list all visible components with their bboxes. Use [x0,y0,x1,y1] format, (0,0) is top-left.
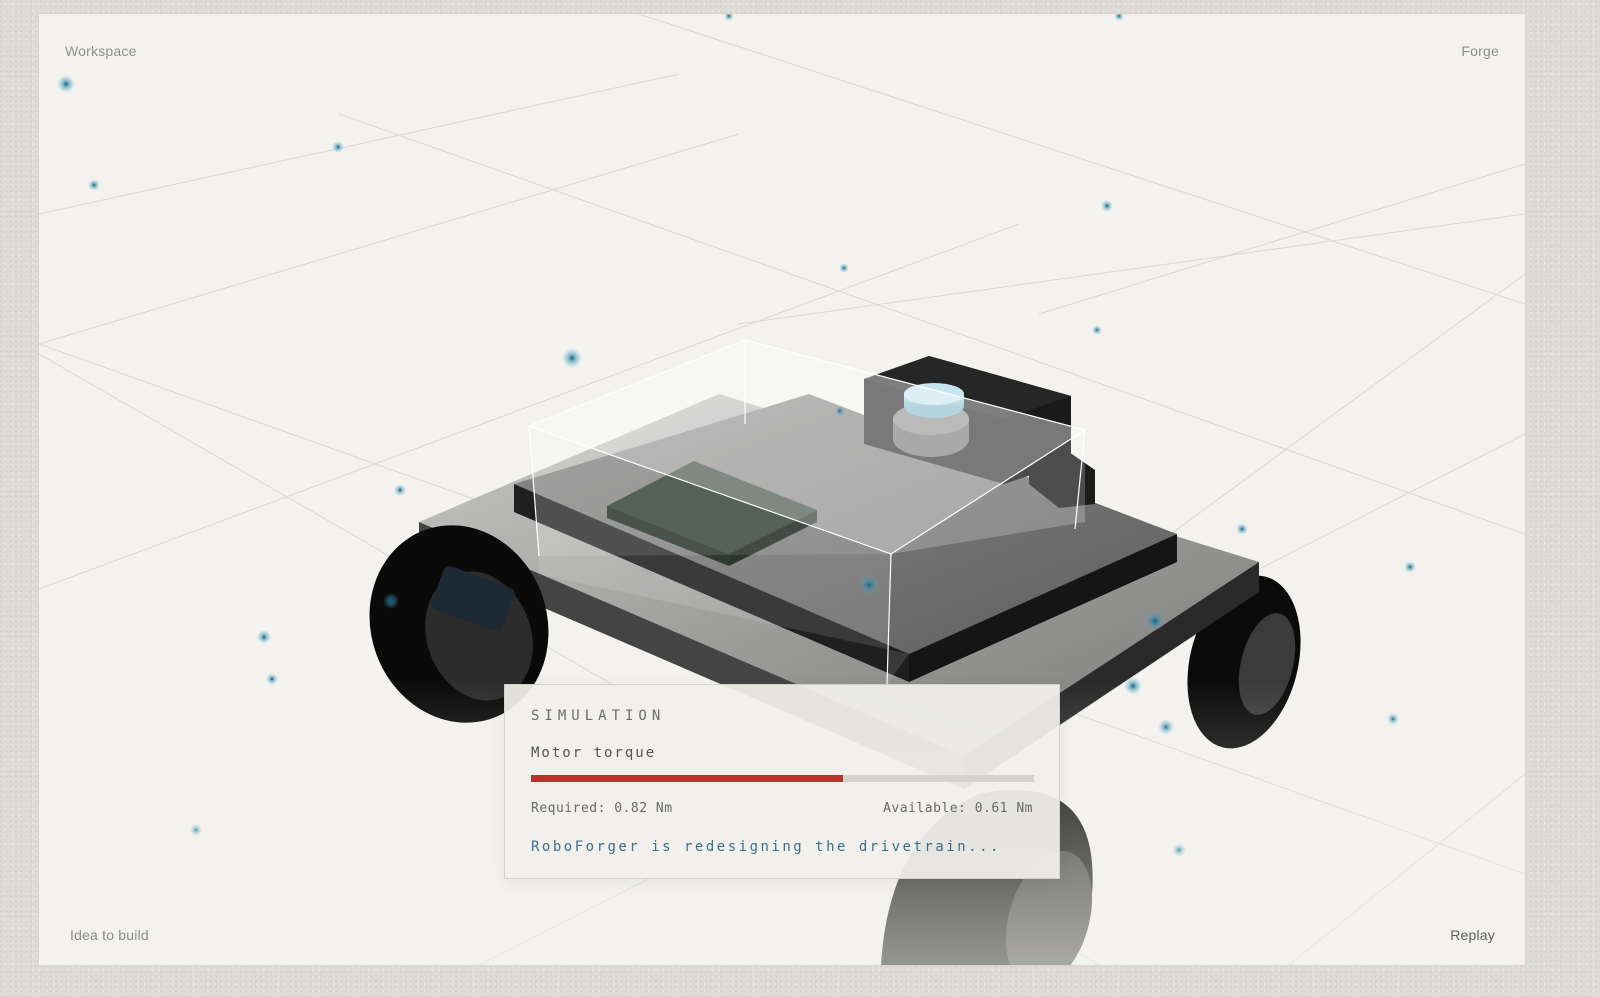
idea-to-build-label: Idea to build [70,927,149,943]
workspace-viewport[interactable]: Workspace Forge Idea to build Replay SIM… [38,13,1526,966]
simulation-panel: SIMULATION Motor torque Required: 0.82 N… [504,684,1060,879]
forge-label: Forge [1461,43,1499,59]
torque-progress-fill [531,775,843,782]
available-torque: Available: 0.61 Nm [883,801,1033,816]
simulation-title: SIMULATION [531,708,666,724]
required-torque: Required: 0.82 Nm [531,801,673,816]
torque-progress-bar [531,775,1034,782]
workspace-label: Workspace [65,43,137,59]
motor-torque-label: Motor torque [531,745,657,761]
replay-button[interactable]: Replay [1450,927,1495,943]
status-message: RoboForger is redesigning the drivetrain… [531,839,1001,855]
